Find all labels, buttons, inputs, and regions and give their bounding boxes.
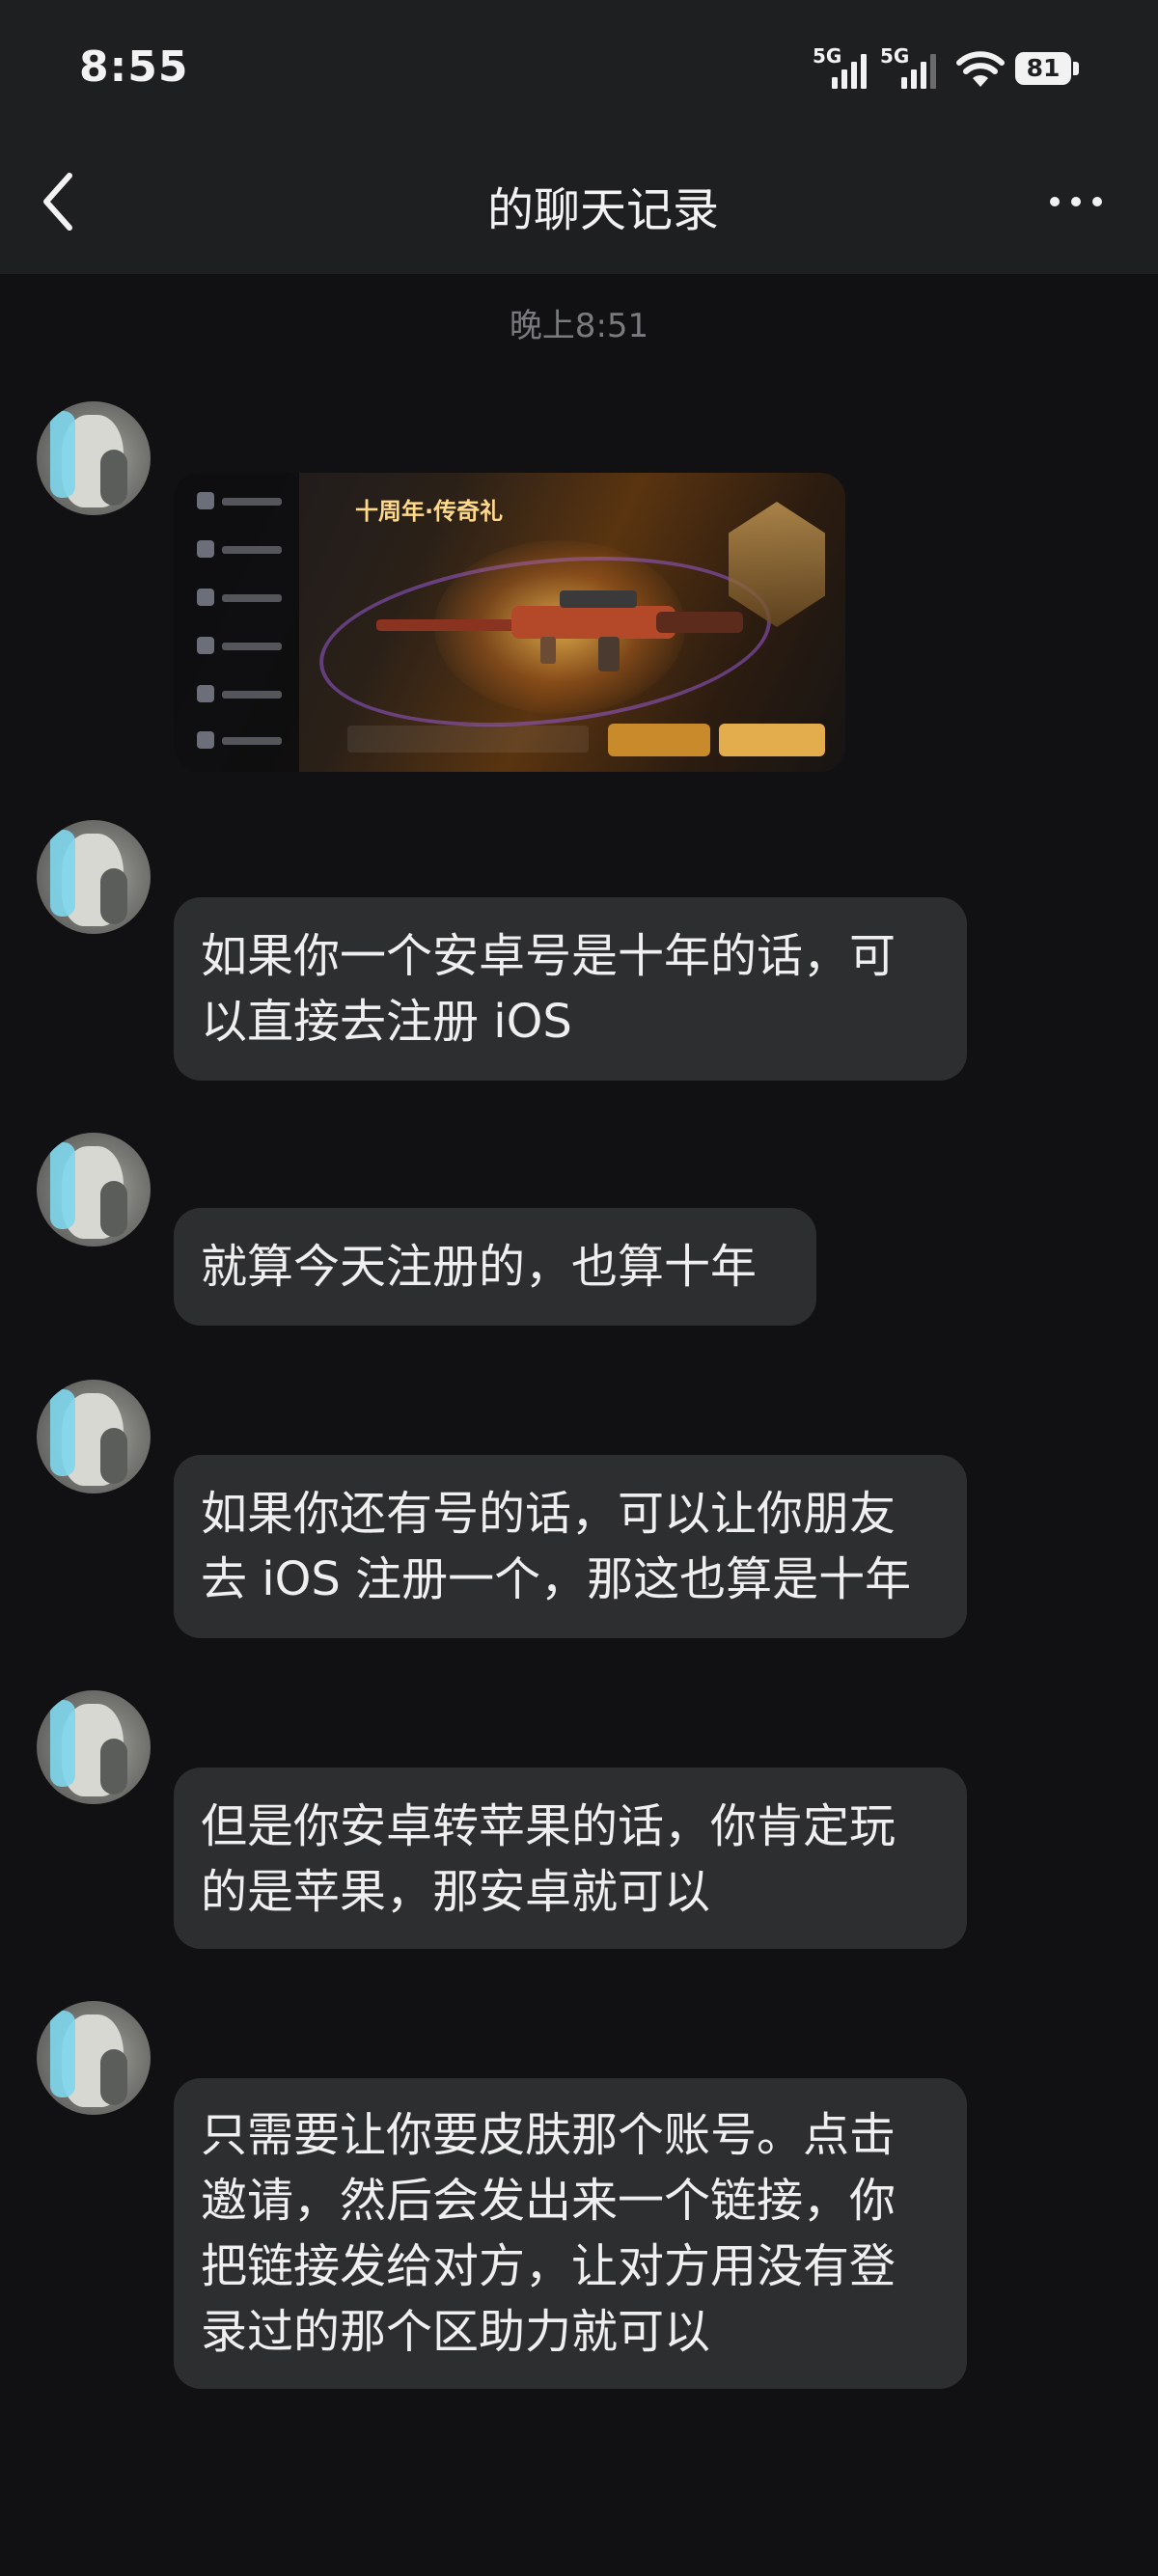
avatar[interactable] — [37, 2001, 151, 2115]
message-line: 去 iOS 注册一个，那这也算是十年 — [201, 1552, 912, 1606]
rifle-graphic — [376, 590, 743, 671]
message-line: 以直接去注册 iOS — [201, 995, 572, 1049]
message-line: 录过的那个区助力就可以 — [201, 2305, 711, 2359]
top-bar: 8:55 5G 5G 81 的聊天记录 — [0, 0, 1158, 274]
more-options-button[interactable] — [1044, 179, 1108, 224]
battery-tip — [1073, 62, 1079, 75]
message-line: 只需要让你要皮肤那个账号。点击 — [201, 2108, 896, 2162]
message-line: 把链接发给对方，让对方用没有登 — [201, 2239, 896, 2293]
avatar[interactable] — [37, 401, 151, 515]
message-line: 但是你安卓转苹果的话，你肯定玩 — [201, 1799, 896, 1853]
message-line: 邀请，然后会发出来一个链接，你 — [201, 2174, 896, 2228]
message-bubble[interactable]: 但是你安卓转苹果的话，你肯定玩 的是苹果，那安卓就可以 — [174, 1768, 967, 1949]
message-line: 如果你还有号的话，可以让你朋友 — [201, 1487, 896, 1541]
promo-strip — [347, 726, 589, 753]
shared-game-screenshot[interactable]: 十周年·传奇礼 — [174, 473, 845, 772]
message-bubble[interactable]: 如果你还有号的话，可以让你朋友 去 iOS 注册一个，那这也算是十年 — [174, 1455, 967, 1638]
cellular-signal-icon-2: 5G — [880, 44, 942, 89]
chat-timestamp: 晚上8:51 — [509, 307, 649, 345]
network-type-label: 5G — [813, 44, 842, 68]
message-bubble[interactable]: 就算今天注册的，也算十年 — [174, 1208, 816, 1326]
team-button-graphic — [608, 724, 710, 756]
status-time: 8:55 — [79, 42, 189, 92]
game-sidebar — [174, 473, 299, 772]
message-bubble[interactable]: 如果你一个安卓号是十年的话，可 以直接去注册 iOS — [174, 897, 967, 1081]
avatar[interactable] — [37, 1133, 151, 1247]
claim-button-graphic — [719, 724, 825, 756]
back-button[interactable] — [33, 166, 91, 237]
message-line: 如果你一个安卓号是十年的话，可 — [201, 929, 896, 983]
message-bubble[interactable]: 只需要让你要皮肤那个账号。点击 邀请，然后会发出来一个链接，你 把链接发给对方，… — [174, 2078, 967, 2389]
message-line: 就算今天注册的，也算十年 — [201, 1240, 758, 1294]
wifi-icon — [956, 51, 1005, 87]
cellular-signal-icon: 5G — [813, 44, 870, 89]
avatar[interactable] — [37, 1690, 151, 1804]
network-type-label-2: 5G — [880, 44, 910, 68]
avatar[interactable] — [37, 1380, 151, 1494]
message-line: 的是苹果，那安卓就可以 — [201, 1865, 711, 1919]
battery-indicator: 81 — [1015, 52, 1071, 85]
avatar[interactable] — [37, 820, 151, 934]
page-title: 的聊天记录 — [486, 183, 719, 237]
banner-title-graphic: 十周年·传奇礼 — [355, 498, 504, 525]
